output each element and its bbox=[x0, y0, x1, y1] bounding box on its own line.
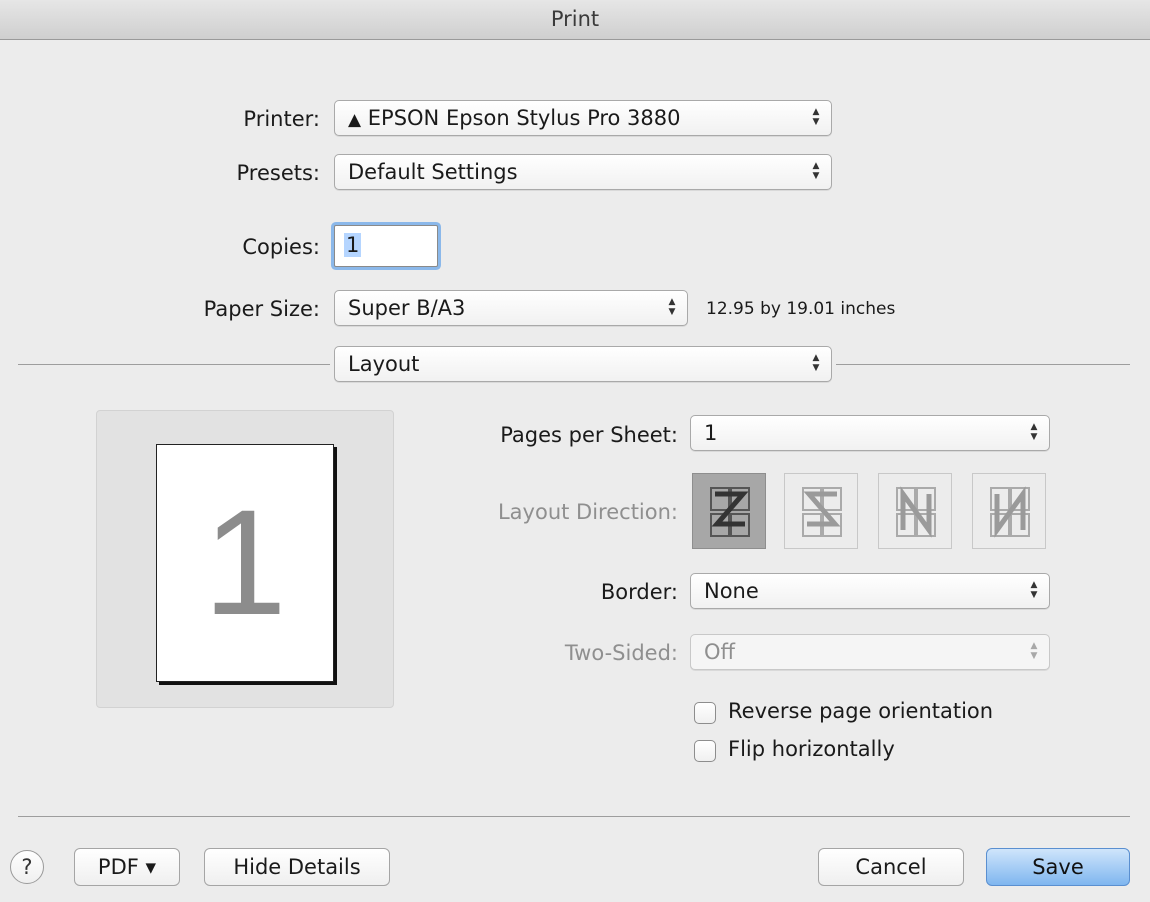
pages-per-sheet-select[interactable]: 1 ▲ ▼ bbox=[690, 415, 1050, 451]
preview-page: 1 bbox=[156, 444, 334, 682]
layout-z-icon bbox=[710, 487, 750, 537]
hide-details-button[interactable]: Hide Details bbox=[204, 848, 390, 886]
printer-value: EPSON Epson Stylus Pro 3880 bbox=[367, 106, 681, 130]
flip-horizontally-checkbox[interactable] bbox=[694, 740, 716, 762]
paper-size-select[interactable]: Super B/A3 ▲ ▼ bbox=[334, 290, 688, 326]
copies-value: 1 bbox=[344, 233, 362, 257]
presets-select[interactable]: Default Settings ▲ ▼ bbox=[334, 154, 832, 190]
separator-right bbox=[836, 364, 1130, 365]
layout-direction-label: Layout Direction: bbox=[497, 500, 678, 524]
border-value: None bbox=[704, 579, 759, 603]
chevron-updown-icon: ▲ ▼ bbox=[1030, 422, 1038, 442]
pages-per-sheet-value: 1 bbox=[704, 421, 718, 445]
layout-direction-reverse-z-button[interactable] bbox=[784, 473, 858, 549]
paper-size-label: Paper Size: bbox=[203, 297, 320, 321]
layout-reverse-z-icon bbox=[802, 487, 842, 537]
border-select[interactable]: None ▲ ▼ bbox=[690, 573, 1050, 609]
paper-size-value: Super B/A3 bbox=[348, 296, 466, 320]
chevron-updown-icon: ▲ ▼ bbox=[1030, 580, 1038, 600]
copies-field[interactable]: 1 bbox=[334, 225, 438, 267]
section-select[interactable]: Layout ▲ ▼ bbox=[334, 346, 832, 382]
flip-horizontally-label[interactable]: Flip horizontally bbox=[728, 737, 1058, 761]
border-label: Border: bbox=[600, 580, 678, 604]
reverse-orientation-checkbox[interactable] bbox=[694, 702, 716, 724]
separator-left bbox=[18, 364, 330, 365]
printer-label: Printer: bbox=[243, 107, 320, 131]
pdf-menu-button[interactable]: PDF ▾ bbox=[74, 848, 180, 886]
chevron-updown-icon: ▲ ▼ bbox=[668, 297, 676, 317]
chevron-updown-icon: ▲ ▼ bbox=[812, 353, 820, 373]
chevron-updown-icon: ▲ ▼ bbox=[812, 107, 820, 127]
chevron-updown-icon: ▲ ▼ bbox=[812, 161, 820, 181]
two-sided-label: Two-Sided: bbox=[564, 641, 678, 665]
save-button[interactable]: Save bbox=[986, 848, 1130, 886]
presets-value: Default Settings bbox=[348, 160, 518, 184]
printer-select[interactable]: ▲ EPSON Epson Stylus Pro 3880 ▲ ▼ bbox=[334, 100, 832, 136]
two-sided-value: Off bbox=[704, 640, 735, 664]
reverse-orientation-label[interactable]: Reverse page orientation bbox=[728, 699, 1058, 723]
two-sided-select[interactable]: Off ▲ ▼ bbox=[690, 634, 1050, 670]
pages-per-sheet-label: Pages per Sheet: bbox=[500, 423, 678, 447]
title-bar[interactable]: Print bbox=[0, 0, 1150, 40]
preview-page-number: 1 bbox=[203, 478, 287, 646]
layout-direction-reverse-n-button[interactable] bbox=[972, 473, 1046, 549]
paper-dimensions: 12.95 by 19.01 inches bbox=[706, 299, 896, 319]
window-title: Print bbox=[550, 7, 600, 31]
layout-n-icon bbox=[896, 486, 936, 538]
layout-direction-n-button[interactable] bbox=[878, 473, 952, 549]
chevron-updown-icon: ▲ ▼ bbox=[1030, 641, 1038, 661]
help-button[interactable]: ? bbox=[10, 850, 44, 884]
footer-separator bbox=[18, 816, 1130, 817]
page-preview: 1 bbox=[96, 410, 394, 708]
layout-reverse-n-icon bbox=[990, 486, 1030, 538]
warning-icon: ▲ bbox=[348, 110, 362, 130]
layout-direction-z-button[interactable] bbox=[692, 473, 766, 549]
copies-label: Copies: bbox=[242, 235, 320, 259]
presets-label: Presets: bbox=[236, 161, 321, 185]
cancel-button[interactable]: Cancel bbox=[818, 848, 964, 886]
section-value: Layout bbox=[348, 352, 420, 376]
